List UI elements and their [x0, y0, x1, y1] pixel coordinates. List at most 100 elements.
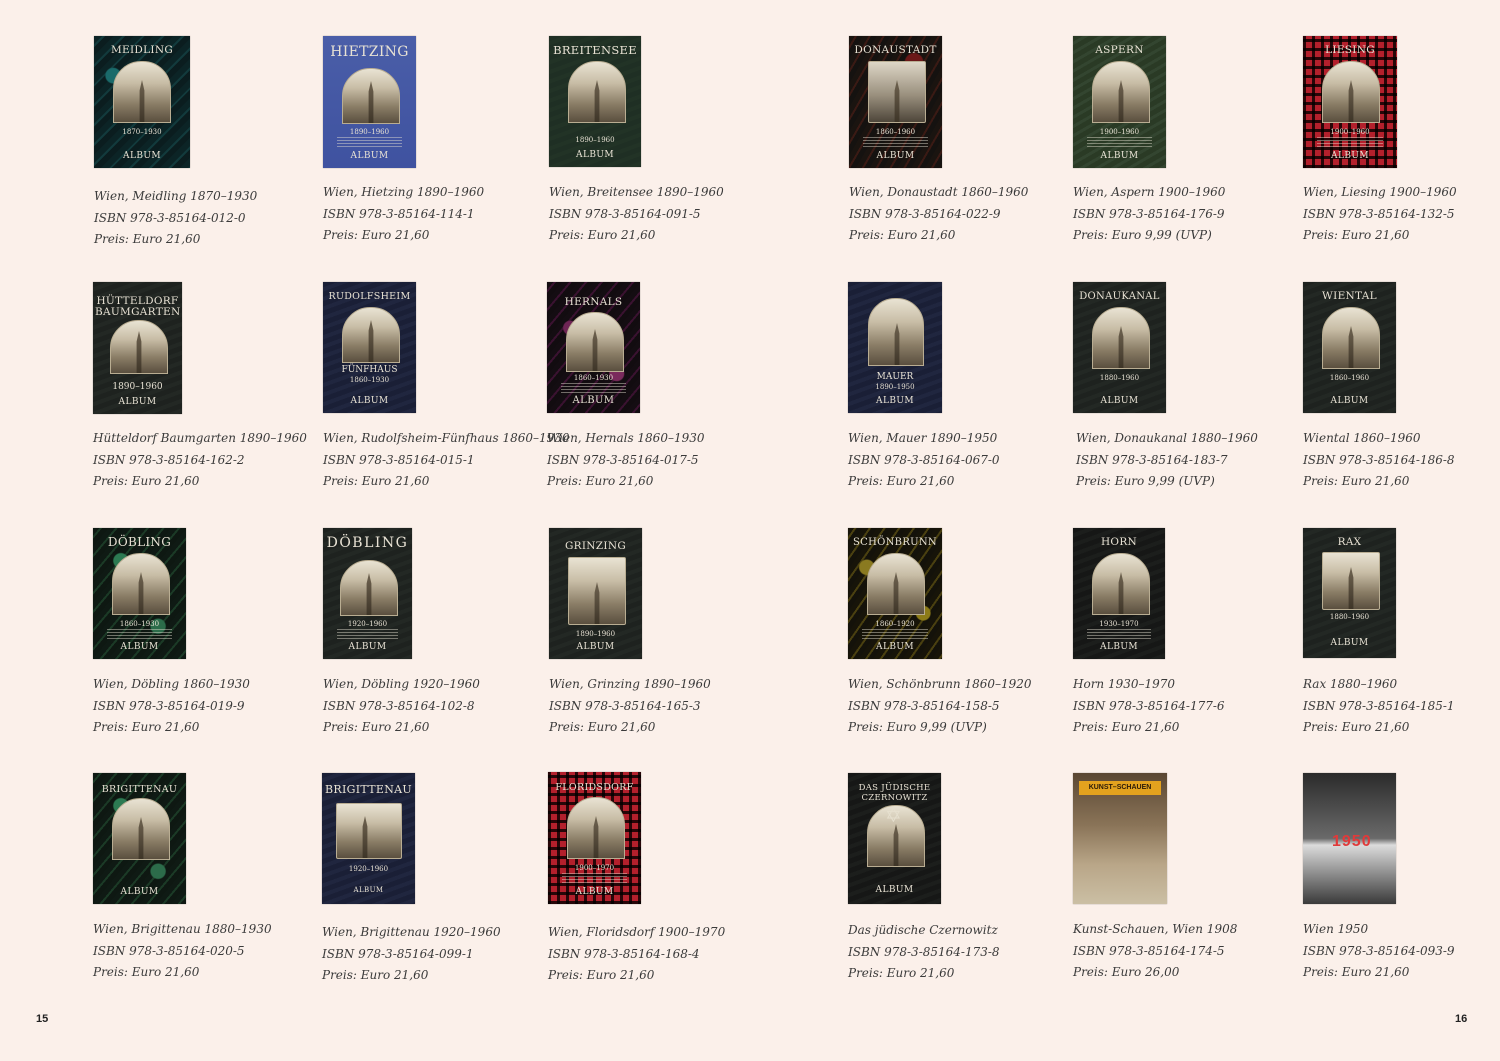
book-isbn: ISBN 978-3-85164-017-5 [547, 452, 699, 467]
cover-photo [1092, 307, 1150, 369]
book-cover[interactable]: DÖBLING 1860–1930 ALBUM [93, 528, 186, 659]
book-title: Wien, Donaustadt 1860–1960 [849, 185, 1029, 199]
book-title: Wien, Grinzing 1890–1960 [549, 677, 711, 691]
book-cover[interactable]: HÜTTELDORF BAUMGARTEN 1890–1960 ALBUM [93, 282, 182, 414]
book-cover[interactable]: MAUER 1890–1950 ALBUM [848, 282, 942, 413]
page-number-left: 15 [36, 1013, 49, 1025]
book-caption: Wien, Meidling 1870–1930 ISBN 978-3-8516… [94, 186, 309, 251]
book-cover[interactable]: DONAUSTADT 1860–1960 ALBUM [849, 36, 942, 168]
book-caption: Wien, Floridsdorf 1900–1970 ISBN 978-3-8… [548, 922, 763, 987]
book-isbn: ISBN 978-3-85164-168-4 [548, 946, 700, 961]
book-title: Wien, Mauer 1890–1950 [848, 431, 998, 445]
cover-title: GRINZING [564, 540, 627, 552]
book-price: Preis: Euro 21,60 [323, 228, 430, 242]
book-isbn: ISBN 978-3-85164-012-0 [94, 210, 246, 225]
cover-years: 1860–1930 [349, 376, 390, 384]
cover-title: SCHÖNBRUNN [853, 537, 937, 548]
book-isbn: ISBN 978-3-85164-158-5 [848, 698, 1000, 713]
cover-title: DAS JÜDISCHE CZERNOWITZ [858, 783, 931, 803]
book-cover[interactable]: DAS JÜDISCHE CZERNOWITZ ✡ ALBUM [848, 773, 941, 904]
book-price: Preis: Euro 21,60 [547, 474, 654, 488]
book-caption: Wien, Breitensee 1890–1960 ISBN 978-3-85… [549, 182, 764, 247]
book-cover[interactable]: RAX 1880–1960 ALBUM [1303, 528, 1396, 658]
book-title: Wien, Brigittenau 1920–1960 [322, 925, 501, 939]
book-isbn: ISBN 978-3-85164-102-8 [323, 698, 475, 713]
cover-album-label: ALBUM [876, 151, 915, 161]
cover-photo [568, 557, 626, 625]
book-cover[interactable]: ASPERN 1900–1960 ALBUM [1073, 36, 1166, 168]
cover-title: LIESING [1325, 44, 1375, 56]
cover-years: 1870–1930 [122, 128, 162, 136]
book-price: Preis: Euro 9,99 (UVP) [848, 720, 987, 734]
book-price: Preis: Euro 21,60 [93, 965, 200, 979]
book-caption: Wien, Schönbrunn 1860–1920 ISBN 978-3-85… [848, 674, 1063, 739]
cover-text-lines [863, 137, 928, 149]
cover-album-label: ALBUM [120, 887, 159, 897]
book-title: Wien, Floridsdorf 1900–1970 [548, 925, 726, 939]
book-cover[interactable]: RUDOLFSHEIM FÜNFHAUS 1860–1930 ALBUM [323, 282, 416, 413]
cover-album-label: ALBUM [1330, 396, 1369, 406]
cover-title: HERNALS [564, 296, 623, 308]
cover-album-label: ALBUM [876, 642, 914, 652]
book-price: Preis: Euro 21,60 [848, 966, 955, 980]
book-cover[interactable]: BREITENSEE 1890–1960 ALBUM [549, 36, 641, 167]
book-isbn: ISBN 978-3-85164-132-5 [1303, 206, 1455, 221]
book-cover[interactable]: KUNST–SCHAUEN [1073, 773, 1167, 904]
cover-photo [868, 298, 924, 366]
cover-title: RAX [1337, 536, 1362, 548]
cover-years: 1880–1960 [1329, 613, 1370, 621]
book-caption: Wien, Hietzing 1890–1960 ISBN 978-3-8516… [323, 182, 538, 247]
book-cover[interactable]: DONAUKANAL 1880–1960 ALBUM [1073, 282, 1166, 413]
cover-album-label: ALBUM [123, 151, 161, 161]
book-cover[interactable]: FLORIDSDORF 1900–1970 ALBUM [548, 772, 641, 904]
book-cover[interactable]: GRINZING 1890–1960 ALBUM [549, 528, 642, 659]
book-cover[interactable]: HERNALS 1860–1930 ALBUM [547, 282, 640, 413]
book-price: Preis: Euro 21,60 [94, 232, 201, 246]
cover-text-lines [1087, 629, 1151, 641]
cover-album-label: ALBUM [576, 150, 614, 160]
cover-photo [340, 560, 398, 616]
book-isbn: ISBN 978-3-85164-067-0 [848, 452, 1000, 467]
book-caption: Wien, Döbling 1860–1930 ISBN 978-3-85164… [93, 674, 308, 739]
book-caption: Wien, Döbling 1920–1960 ISBN 978-3-85164… [323, 674, 538, 739]
cover-album-label: ALBUM [576, 642, 615, 652]
cover-photo [1092, 61, 1150, 123]
book-cover[interactable]: LIESING 1900–1960 ALBUM [1303, 36, 1397, 168]
cover-text-lines [862, 629, 928, 641]
book-cover[interactable]: 1950 [1303, 773, 1396, 904]
cover-text-lines [561, 383, 626, 395]
book-cover[interactable]: SCHÖNBRUNN 1860–1920 ALBUM [848, 528, 942, 659]
cover-photo [1092, 553, 1150, 615]
book-title: Wien, Rudolfsheim-Fünfhaus 1860–1930 [323, 431, 570, 445]
book-isbn: ISBN 978-3-85164-114-1 [323, 206, 475, 221]
book-caption: Horn 1930–1970 ISBN 978-3-85164-177-6 Pr… [1073, 674, 1288, 739]
book-price: Preis: Euro 26,00 [1073, 965, 1180, 979]
book-cover[interactable]: BRIGITTENAU 1920–1960 ALBUM [322, 773, 415, 904]
cover-text-lines [562, 873, 627, 885]
book-price: Preis: Euro 9,99 (UVP) [1076, 474, 1215, 488]
book-caption: Das jüdische Czernowitz ISBN 978-3-85164… [848, 920, 1063, 985]
cover-title: WIENTAL [1322, 290, 1377, 302]
book-caption: Wien, Hernals 1860–1930 ISBN 978-3-85164… [547, 428, 762, 493]
cover-photo [110, 320, 168, 374]
cover-title: DÖBLING [326, 535, 409, 551]
cover-years: 1890–1960 [575, 136, 615, 144]
cover-photo [867, 553, 925, 615]
book-caption: Wien, Rudolfsheim-Fünfhaus 1860–1930 ISB… [323, 428, 570, 493]
book-price: Preis: Euro 21,60 [1303, 228, 1410, 242]
cover-photo [1322, 552, 1380, 610]
book-cover[interactable]: HIETZING 1890–1960 ALBUM [323, 36, 416, 168]
book-cover[interactable]: HORN 1930–1970 ALBUM [1073, 528, 1165, 659]
cover-title: BREITENSEE [553, 43, 637, 57]
cover-title: ASPERN [1095, 44, 1144, 56]
book-title: Wien, Liesing 1900–1960 [1303, 185, 1457, 199]
cover-album-label: ALBUM [1330, 638, 1369, 648]
book-cover[interactable]: DÖBLING 1920–1960 ALBUM [323, 528, 412, 659]
book-isbn: ISBN 978-3-85164-022-9 [849, 206, 1001, 221]
book-cover[interactable]: MEIDLING 1870–1930 ALBUM [94, 36, 190, 168]
book-cover[interactable]: BRIGITTENAU ALBUM [93, 773, 186, 904]
book-cover[interactable]: WIENTAL 1860–1960 ALBUM [1303, 282, 1396, 413]
cover-years: 1930–1970 [1099, 620, 1139, 628]
book-caption: Wien, Brigittenau 1880–1930 ISBN 978-3-8… [93, 919, 308, 984]
cover-years: 1890–1960 [349, 128, 390, 136]
